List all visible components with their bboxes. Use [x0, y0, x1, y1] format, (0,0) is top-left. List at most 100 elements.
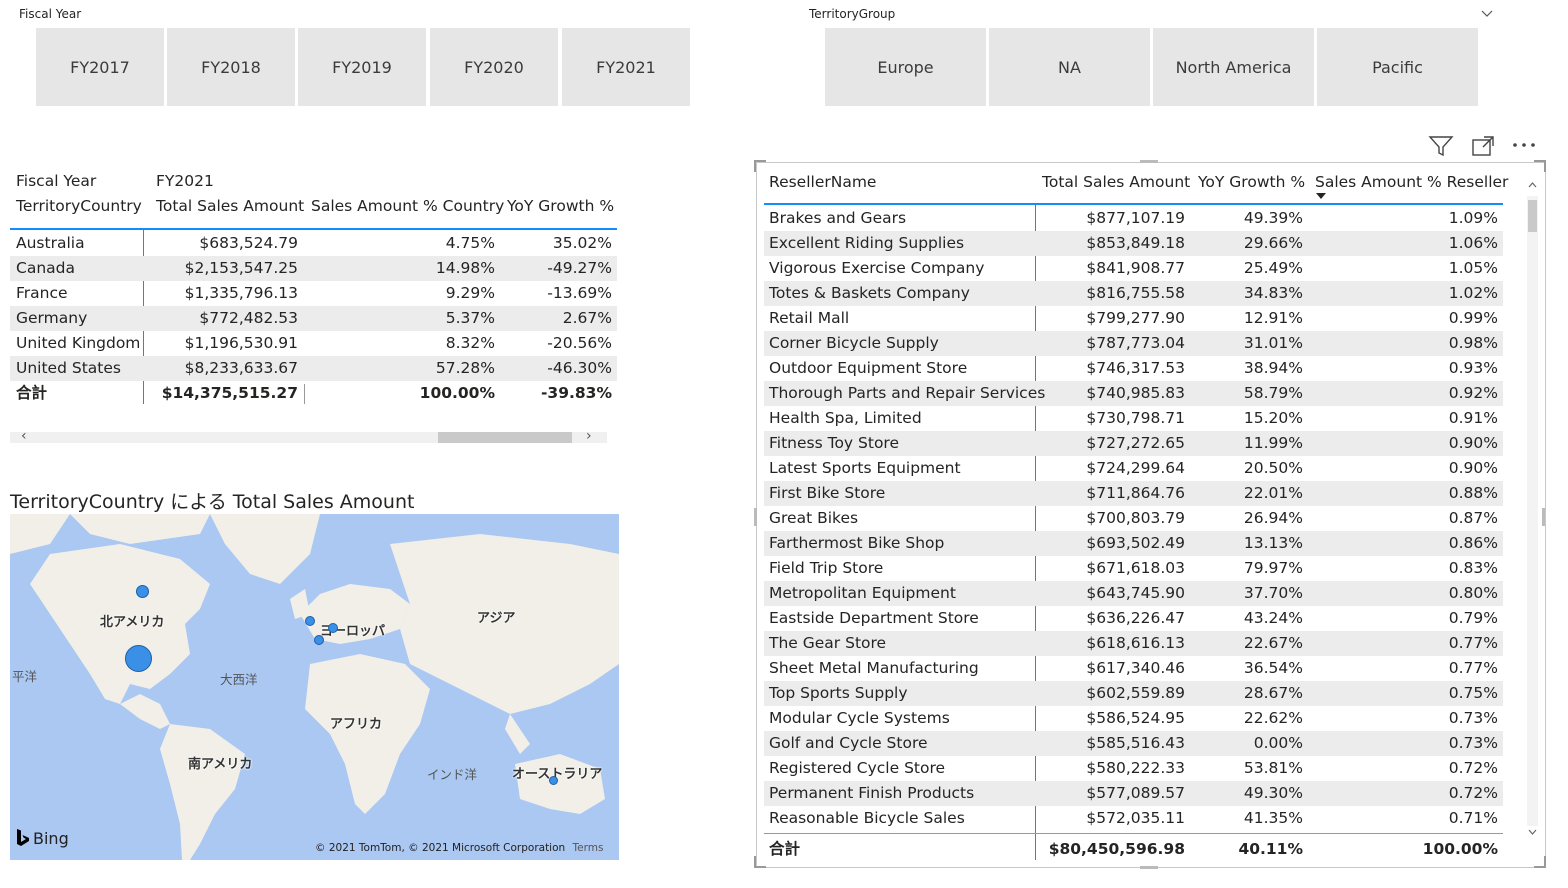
reseller-yoy-cell: 38.94%	[1243, 359, 1303, 377]
fiscal-year-tile-fy2020[interactable]: FY2020	[430, 28, 558, 106]
territory-group-tile-north-america[interactable]: North America	[1153, 28, 1314, 106]
reseller-pct-cell: 0.90%	[1448, 459, 1498, 477]
chevron-down-icon[interactable]	[1481, 9, 1493, 19]
matrix-country-cell[interactable]: Canada	[16, 256, 75, 281]
resize-handle-bottom-right[interactable]	[1534, 866, 1546, 868]
reseller-name-cell: Thorough Parts and Repair Services	[769, 384, 1046, 402]
focus-mode-icon[interactable]	[1471, 135, 1495, 157]
table-row[interactable]: Latest Sports Equipment $724,299.64 20.50%…	[764, 456, 1503, 481]
map-bubble-canada[interactable]	[136, 585, 149, 598]
resize-handle-bottom-left[interactable]	[754, 866, 766, 868]
table-row[interactable]: Vigorous Exercise Company $841,908.77 25.4…	[764, 256, 1503, 281]
table-row[interactable]: Totes & Baskets Company $816,755.58 34.83%…	[764, 281, 1503, 306]
fiscal-year-tile-fy2019[interactable]: FY2019	[298, 28, 426, 106]
territory-group-tile-na[interactable]: NA	[989, 28, 1150, 106]
reseller-sales-cell: $671,618.03	[1086, 559, 1185, 577]
matrix-country-cell[interactable]: Australia	[16, 231, 85, 256]
reseller-pct-cell: 0.99%	[1448, 309, 1498, 327]
table-row[interactable]: Modular Cycle Systems $586,524.95 22.62% 0.…	[764, 706, 1503, 731]
measure-header-sales-pct-country[interactable]: Sales Amount % Country	[311, 197, 504, 215]
resize-handle-left[interactable]	[754, 508, 757, 526]
column-header-sales-pct-reseller[interactable]: Sales Amount % Reseller	[1315, 170, 1508, 195]
table-row[interactable]: Reasonable Bicycle Sales $572,035.11 41.35…	[764, 806, 1503, 831]
reseller-name-cell: Outdoor Equipment Store	[769, 359, 968, 377]
territory-group-tile-europe[interactable]: Europe	[825, 28, 986, 106]
map-title: TerritoryCountry による Total Sales Amount	[10, 491, 415, 513]
table-row[interactable]: Field Trip Store $671,618.03 79.97% 0.83%	[764, 556, 1503, 581]
table-row[interactable]: Registered Cycle Store $580,222.33 53.81% 0…	[764, 756, 1503, 781]
fiscal-year-tile-fy2018[interactable]: FY2018	[167, 28, 295, 106]
map-visual[interactable]: 北アメリカ ヨーロッパ アジア アフリカ 南アメリカ オーストラリア 大西洋 平…	[10, 514, 619, 860]
table-row[interactable]: First Bike Store $711,864.76 22.01% 0.88%	[764, 481, 1503, 506]
map-bubble-france[interactable]	[314, 635, 324, 645]
matrix-scrollbar-thumb[interactable]	[438, 432, 572, 443]
table-row[interactable]: Thorough Parts and Repair Services $740,9…	[764, 381, 1503, 406]
reseller-name-cell: Health Spa, Limited	[769, 409, 922, 427]
matrix-country-cell[interactable]: Germany	[16, 306, 87, 331]
table-row[interactable]: Top Sports Supply $602,559.89 28.67% 0.75%	[764, 681, 1503, 706]
table-row[interactable]: Fitness Toy Store $727,272.65 11.99% 0.90%	[764, 431, 1503, 456]
matrix-country-cell[interactable]: United States	[16, 356, 121, 381]
fiscal-year-slicer-title: Fiscal Year	[19, 7, 82, 21]
table-row[interactable]: Retail Mall $799,277.90 12.91% 0.99%	[764, 306, 1503, 331]
more-options-icon[interactable]	[1512, 142, 1538, 148]
matrix-sales-cell: $1,335,796.13	[184, 284, 298, 302]
resize-handle-top-right-v[interactable]	[1544, 160, 1546, 172]
sort-descending-icon[interactable]	[1315, 192, 1327, 200]
map-bubble-australia[interactable]	[549, 776, 558, 785]
fiscal-year-tile-fy2021[interactable]: FY2021	[562, 28, 690, 106]
resize-handle-top-left-v[interactable]	[754, 160, 756, 172]
terms-link[interactable]: Terms	[573, 842, 604, 854]
reseller-pct-cell: 0.73%	[1448, 734, 1498, 752]
map-label-north-america: 北アメリカ	[100, 615, 165, 630]
matrix-yoy-cell: -49.27%	[547, 259, 612, 277]
table-row[interactable]: Corner Bicycle Supply $787,773.04 31.01% 0.…	[764, 331, 1503, 356]
territory-group-tile-pacific[interactable]: Pacific	[1317, 28, 1478, 106]
table-row[interactable]: Brakes and Gears $877,107.19 49.39% 1.09%	[764, 206, 1503, 231]
matrix-country-cell[interactable]: France	[16, 281, 68, 306]
resize-handle-bottom[interactable]	[1140, 866, 1158, 869]
table-row[interactable]: Metropolitan Equipment $643,745.90 37.70% 0…	[764, 581, 1503, 606]
table-row[interactable]: Outdoor Equipment Store $746,317.53 38.94%…	[764, 356, 1503, 381]
bing-icon	[17, 829, 29, 846]
resize-handle-right[interactable]	[1542, 508, 1545, 526]
map-bubble-united-states[interactable]	[125, 645, 152, 672]
table-row[interactable]: Farthermost Bike Shop $693,502.49 13.13% 0.…	[764, 531, 1503, 556]
scroll-right-icon[interactable]: ›	[586, 428, 592, 444]
map-bubble-germany[interactable]	[328, 623, 338, 633]
table-row[interactable]: Health Spa, Limited $730,798.71 15.20% 0.91…	[764, 406, 1503, 431]
reseller-sales-cell: $586,524.95	[1086, 709, 1185, 727]
table-row[interactable]: Golf and Cycle Store $585,516.43 0.00% 0.73…	[764, 731, 1503, 756]
map-bubble-united-kingdom[interactable]	[305, 616, 315, 626]
reseller-pct-cell: 1.05%	[1448, 259, 1498, 277]
table-row[interactable]: Eastside Department Store $636,226.47 43.2…	[764, 606, 1503, 631]
scroll-up-icon[interactable]	[1527, 180, 1538, 189]
reseller-name-cell: Metropolitan Equipment	[769, 584, 956, 602]
scroll-left-icon[interactable]: ‹	[21, 428, 27, 444]
measure-header-total-sales[interactable]: Total Sales Amount	[156, 197, 304, 215]
reseller-sales-cell: $799,277.90	[1086, 309, 1185, 327]
scroll-down-icon[interactable]	[1527, 828, 1538, 837]
filter-icon[interactable]	[1428, 134, 1454, 158]
table-row[interactable]: Sheet Metal Manufacturing $617,340.46 36.5…	[764, 656, 1503, 681]
table-row[interactable]: Great Bikes $700,803.79 26.94% 0.87%	[764, 506, 1503, 531]
measure-header-yoy-growth[interactable]: YoY Growth %	[507, 197, 614, 215]
reseller-name-cell: Totes & Baskets Company	[769, 284, 970, 302]
table-row[interactable]: The Gear Store $618,616.13 22.67% 0.77%	[764, 631, 1503, 656]
reseller-name-cell: Modular Cycle Systems	[769, 709, 950, 727]
column-header-reseller-name[interactable]: ResellerName	[769, 170, 876, 195]
fiscal-year-tile-fy2017[interactable]: FY2017	[36, 28, 164, 106]
table-scrollbar-thumb[interactable]	[1528, 200, 1537, 232]
matrix-pct-cell: 8.32%	[445, 334, 495, 352]
matrix-pct-cell: 9.29%	[445, 284, 495, 302]
reseller-yoy-cell: 79.97%	[1243, 559, 1303, 577]
column-header-total-sales[interactable]: Total Sales Amount	[1042, 170, 1190, 195]
table-row[interactable]: Permanent Finish Products $577,089.57 49.3…	[764, 781, 1503, 806]
resize-handle-top[interactable]	[1140, 160, 1158, 163]
table-total-pct: 100.00%	[1422, 840, 1498, 858]
matrix-row-header[interactable]: TerritoryCountry	[16, 197, 142, 215]
table-vertical-scrollbar[interactable]	[1527, 196, 1538, 826]
column-header-yoy-growth[interactable]: YoY Growth %	[1198, 170, 1305, 195]
table-row[interactable]: Excellent Riding Supplies $853,849.18 29.6…	[764, 231, 1503, 256]
matrix-country-cell[interactable]: United Kingdom	[16, 331, 140, 356]
